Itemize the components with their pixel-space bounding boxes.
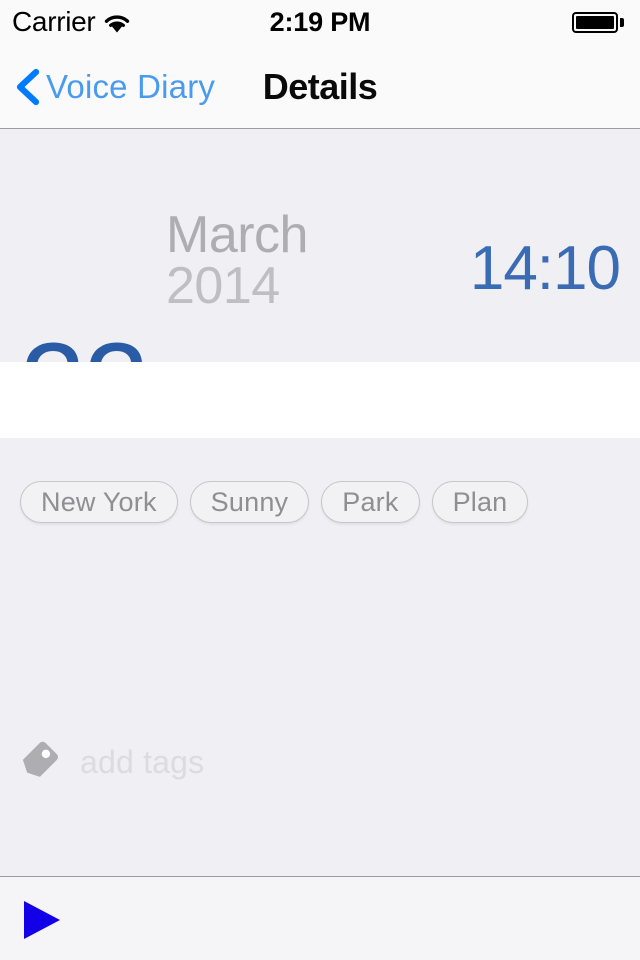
play-button[interactable]	[20, 899, 64, 941]
status-clock: 2:19 PM	[269, 7, 371, 37]
status-bar: Carrier 2:19 PM	[0, 0, 640, 44]
entry-month: March	[166, 206, 308, 264]
tag-chip[interactable]: Park	[321, 481, 420, 523]
navigation-bar: Voice Diary Details	[0, 44, 640, 129]
battery-nub	[620, 18, 624, 27]
audio-player-bar: 00:00 -00:42	[0, 876, 640, 960]
page-title: Details	[262, 65, 378, 107]
entry-year: 2014	[166, 256, 280, 315]
tag-chip[interactable]: Sunny	[189, 481, 310, 523]
tag-chip-list: New York Sunny Park Plan	[20, 481, 620, 523]
add-tags-input[interactable]: add tags	[80, 724, 204, 800]
entry-month-year: March 2014	[166, 206, 308, 315]
tag-chip[interactable]: Plan	[431, 481, 529, 523]
tag-icon	[20, 740, 64, 784]
app-screen: Carrier 2:19 PM Voice Diary Details Marc…	[0, 0, 640, 960]
entry-time: 14:10	[469, 234, 621, 303]
tag-chip[interactable]: New York	[20, 481, 178, 523]
add-tags-row[interactable]: add tags	[0, 362, 640, 780]
battery-icon	[572, 12, 618, 33]
battery-fill	[576, 16, 614, 29]
entry-date-header: 22 March 2014 14:10	[0, 130, 640, 444]
